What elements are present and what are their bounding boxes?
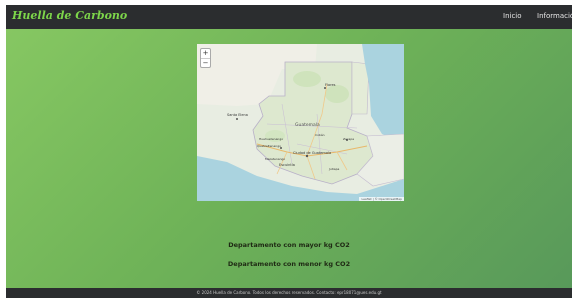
map-labels: Flores Guatemala Ciudad de Guatemala Esc… xyxy=(227,83,354,171)
stat-min-department: Departamento con menor kg CO2 xyxy=(227,260,351,268)
map-label-coban: Cobán xyxy=(315,133,325,137)
map-attribution[interactable]: Leaflet | © OpenStreetMap xyxy=(359,197,404,201)
guatemala-map[interactable]: + − Flores Guatemala Ciudad de Guatemala… xyxy=(197,44,404,201)
nav-link-informacion[interactable]: Información xyxy=(537,12,572,20)
map-label-huehuetenango: Huehuetenango xyxy=(259,137,283,141)
brand-title[interactable]: Huella de Carbono xyxy=(12,9,127,22)
map-label-jutiapa: Jutiapa xyxy=(328,167,340,171)
map-label-santa-elena: Santa Elena xyxy=(227,113,248,117)
map-label-mazatenango: Mazatenango xyxy=(265,157,285,161)
map-label-guatemala: Guatemala xyxy=(295,122,320,128)
map-label-ciudad: Ciudad de Guatemala xyxy=(293,151,331,155)
app-frame: Huella de Carbono Inicio Información xyxy=(6,5,572,298)
nav-link-inicio[interactable]: Inicio xyxy=(503,12,522,20)
map-label-flores: Flores xyxy=(325,83,336,87)
stat-max-department: Departamento con mayor kg CO2 xyxy=(228,241,350,249)
navbar: Huella de Carbono Inicio Información xyxy=(6,5,572,29)
footer: © 2024 Huella de Carbono. Todos los dere… xyxy=(6,288,572,298)
map-label-escuintla: Escuintla xyxy=(279,163,295,167)
main-content: + − Flores Guatemala Ciudad de Guatemala… xyxy=(6,29,572,288)
map-label-quetzaltenango: Quetzaltenango xyxy=(257,144,281,148)
map-label-zacapa: Zacapa xyxy=(343,137,354,141)
